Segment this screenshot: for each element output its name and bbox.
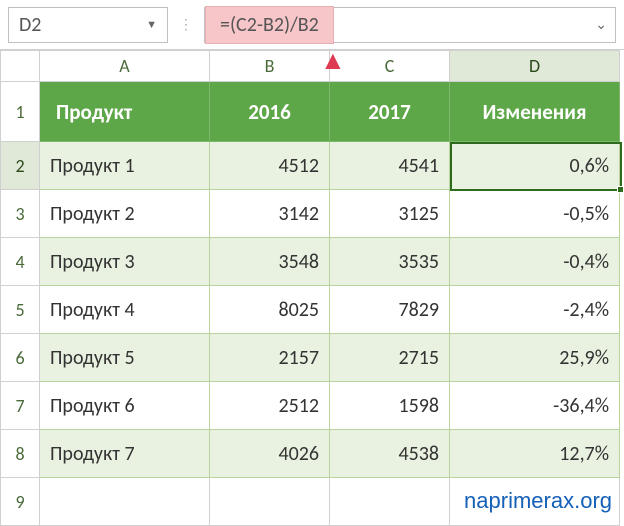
row-header-1[interactable]: 1 <box>0 82 40 142</box>
row-header[interactable]: 2 <box>0 142 40 190</box>
cell-product[interactable]: Продукт 4 <box>40 286 210 334</box>
empty-cell[interactable] <box>40 478 210 526</box>
cell-change[interactable]: 12,7% <box>450 430 620 478</box>
table-header-row: 1 Продукт 2016 2017 Изменения <box>0 82 624 142</box>
name-box[interactable]: D2 ▼ <box>8 7 168 43</box>
cell-2017[interactable]: 1598 <box>330 382 450 430</box>
cell-2016[interactable]: 3142 <box>210 190 330 238</box>
column-header-row: A B C D <box>0 50 624 82</box>
column-header-B[interactable]: B <box>210 50 330 82</box>
formula-input[interactable]: =(C2-B2)/B2 ⌄ <box>204 7 616 43</box>
cell-2016[interactable]: 2512 <box>210 382 330 430</box>
row-header[interactable]: 8 <box>0 430 40 478</box>
row-header[interactable]: 4 <box>0 238 40 286</box>
row-header[interactable]: 5 <box>0 286 40 334</box>
cell-2016[interactable]: 4512 <box>210 142 330 190</box>
cell-2016[interactable]: 4026 <box>210 430 330 478</box>
column-header-D[interactable]: D <box>450 50 620 82</box>
cell-product[interactable]: Продукт 2 <box>40 190 210 238</box>
table-row: 2 Продукт 1 4512 4541 0,6% <box>0 142 624 190</box>
cell-2017[interactable]: 7829 <box>330 286 450 334</box>
empty-cell[interactable] <box>210 478 330 526</box>
table-row: 8 Продукт 7 4026 4538 12,7% <box>0 430 624 478</box>
cell-change[interactable]: -2,4% <box>450 286 620 334</box>
cell-2016[interactable]: 2157 <box>210 334 330 382</box>
watermark-text: naprimerax.org <box>464 488 612 514</box>
column-header-C[interactable]: C <box>330 50 450 82</box>
cell-2016[interactable]: 3548 <box>210 238 330 286</box>
cell-2017[interactable]: 3125 <box>330 190 450 238</box>
row-header[interactable]: 3 <box>0 190 40 238</box>
cell-change[interactable]: -36,4% <box>450 382 620 430</box>
cell-2017[interactable]: 4541 <box>330 142 450 190</box>
cell-2017[interactable]: 3535 <box>330 238 450 286</box>
row-header[interactable]: 9 <box>0 478 40 526</box>
cell-product[interactable]: Продукт 5 <box>40 334 210 382</box>
header-cell-2017[interactable]: 2017 <box>330 82 450 142</box>
cell-change[interactable]: 25,9% <box>450 334 620 382</box>
row-header[interactable]: 6 <box>0 334 40 382</box>
name-box-value: D2 <box>19 13 41 37</box>
formula-bar: D2 ▼ ⋮ =(C2-B2)/B2 ⌄ <box>0 0 624 50</box>
cell-2016[interactable]: 8025 <box>210 286 330 334</box>
cell-product[interactable]: Продукт 7 <box>40 430 210 478</box>
cell-change[interactable]: -0,5% <box>450 190 620 238</box>
header-cell-product[interactable]: Продукт <box>40 82 210 142</box>
table-row: 6 Продукт 5 2157 2715 25,9% <box>0 334 624 382</box>
table-row: 4 Продукт 3 3548 3535 -0,4% <box>0 238 624 286</box>
formula-separator-icon: ⋮ <box>176 16 196 33</box>
table-row: 5 Продукт 4 8025 7829 -2,4% <box>0 286 624 334</box>
formula-text: =(C2-B2)/B2 <box>205 6 334 44</box>
header-cell-changes[interactable]: Изменения <box>450 82 620 142</box>
cell-2017[interactable]: 2715 <box>330 334 450 382</box>
name-box-dropdown-icon[interactable]: ▼ <box>146 18 157 31</box>
header-cell-2016[interactable]: 2016 <box>210 82 330 142</box>
cell-change[interactable]: -0,4% <box>450 238 620 286</box>
cell-change[interactable]: 0,6% <box>450 142 620 190</box>
column-header-A[interactable]: A <box>40 50 210 82</box>
table-row: 3 Продукт 2 3142 3125 -0,5% <box>0 190 624 238</box>
empty-cell[interactable] <box>330 478 450 526</box>
table-row: 7 Продукт 6 2512 1598 -36,4% <box>0 382 624 430</box>
cell-product[interactable]: Продукт 3 <box>40 238 210 286</box>
annotation-arrow-icon: ▲ <box>320 44 346 76</box>
cell-product[interactable]: Продукт 6 <box>40 382 210 430</box>
row-header[interactable]: 7 <box>0 382 40 430</box>
select-all-corner[interactable] <box>0 50 40 82</box>
cell-product[interactable]: Продукт 1 <box>40 142 210 190</box>
formula-expand-icon[interactable]: ⌄ <box>595 16 607 33</box>
cell-2017[interactable]: 4538 <box>330 430 450 478</box>
spreadsheet-grid: A B C D 1 Продукт 2016 2017 Изменения 2 … <box>0 50 624 526</box>
